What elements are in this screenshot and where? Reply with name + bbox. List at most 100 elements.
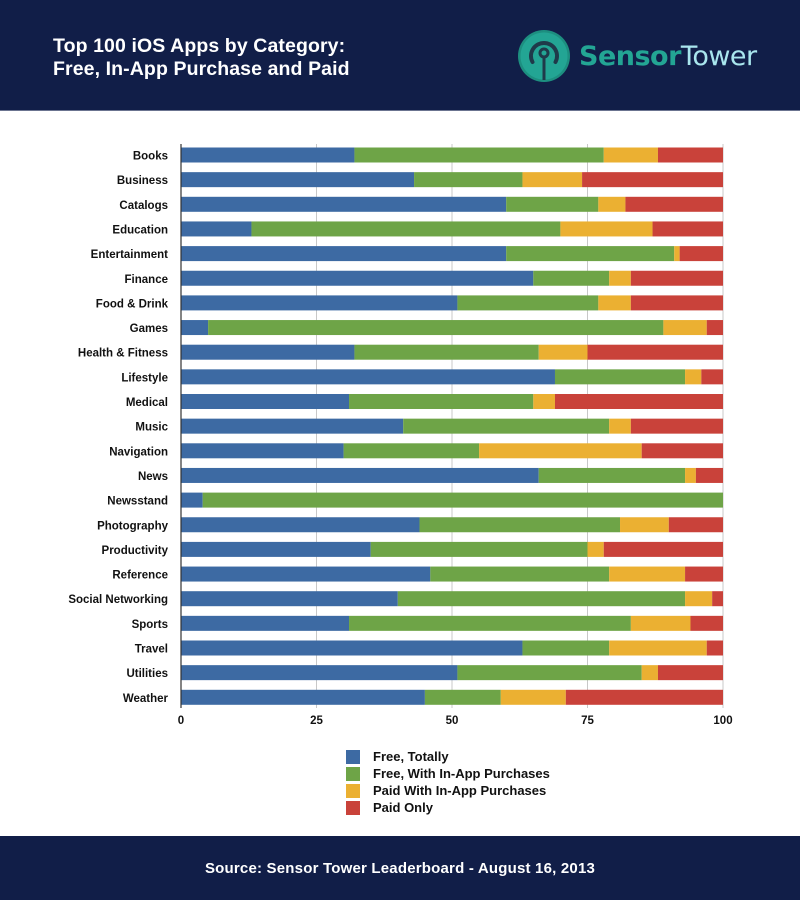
category-label: Education: [112, 224, 168, 236]
bar-segment: [522, 640, 610, 656]
bar-segment: [609, 418, 631, 434]
bar-segment: [251, 221, 561, 237]
bar-segment: [181, 221, 252, 237]
bar-segment: [370, 541, 588, 557]
category-label: Finance: [125, 274, 168, 286]
bar-segment: [560, 221, 653, 237]
bar-segment: [181, 270, 534, 286]
category-label: Games: [130, 323, 168, 335]
bar-segment: [679, 246, 723, 262]
bar-segment: [181, 467, 539, 483]
category-label: Weather: [123, 693, 169, 705]
bar-segment: [609, 566, 686, 582]
category-label: Productivity: [102, 545, 169, 557]
bar-segment: [506, 196, 599, 212]
bar-segment: [565, 689, 723, 705]
source-note: Source: Sensor Tower Leaderboard - Augus…: [204, 860, 596, 877]
category-label: Music: [135, 422, 168, 434]
legend-label: Free, Totally: [373, 749, 449, 764]
bar-segment: [181, 295, 458, 311]
bar-segment: [457, 665, 642, 681]
header-banner: Top 100 iOS Apps by Category: Free, In-A…: [0, 0, 800, 111]
logo-word-sensor: Sensor: [579, 40, 681, 72]
bar-segment: [582, 172, 723, 188]
bar-segment: [533, 270, 610, 286]
category-label: News: [138, 471, 168, 483]
bar-segment: [663, 320, 707, 336]
bar-segment: [620, 517, 669, 533]
category-label: Utilities: [126, 668, 168, 680]
bar-segment: [603, 147, 658, 163]
bar-segment: [181, 172, 415, 188]
bar-segment: [657, 147, 723, 163]
bar-segment: [657, 665, 723, 681]
bar-segment: [457, 295, 599, 311]
x-tick-label: 50: [446, 715, 459, 727]
category-label: Medical: [126, 397, 168, 409]
x-tick-label: 100: [713, 715, 732, 727]
legend: Free, Totally Free, With In-App Purchase…: [346, 748, 550, 816]
title-line-1: Top 100 iOS Apps by Category:: [53, 35, 346, 57]
bar-segment: [414, 172, 523, 188]
sensor-tower-logo: SensorTower: [517, 28, 757, 84]
legend-swatch-paid-only: [346, 800, 360, 815]
bar-segment: [652, 221, 723, 237]
bar-segment: [424, 689, 501, 705]
x-tick-label: 25: [310, 715, 323, 727]
bar-segment: [603, 541, 723, 557]
legend-item-free-totally: Free, Totally: [346, 748, 550, 765]
bar-segment: [706, 640, 723, 656]
category-label: Food & Drink: [96, 298, 169, 310]
logo-wordmark: SensorTower: [579, 41, 757, 72]
bar-segment: [181, 394, 350, 409]
legend-swatch-paid-iap: [346, 783, 360, 798]
bar-segment: [403, 418, 610, 434]
bar-segment: [349, 394, 534, 409]
bar-segment: [712, 591, 723, 607]
bar-segment: [685, 566, 723, 582]
bar-segment: [479, 443, 642, 459]
category-label: Social Networking: [68, 594, 168, 606]
bar-segment: [506, 246, 675, 262]
bar-segment: [181, 640, 523, 656]
bar-segment: [538, 344, 588, 360]
legend-swatch-free-totally: [346, 749, 360, 764]
bar-segment: [533, 394, 555, 409]
legend-item-free-iap: Free, With In-App Purchases: [346, 765, 550, 782]
bar-segment: [690, 615, 723, 631]
bar-segment: [641, 665, 658, 681]
logo-word-tower: Tower: [680, 40, 757, 72]
bar-segment: [343, 443, 480, 459]
category-label: Health & Fitness: [78, 348, 168, 360]
bar-segment: [554, 394, 723, 409]
bar-segment: [181, 517, 420, 533]
bar-segment: [181, 566, 431, 582]
legend-label: Paid With In-App Purchases: [373, 783, 547, 798]
bar-segment: [685, 369, 702, 385]
bar-segment: [630, 418, 723, 434]
bar-segment: [181, 615, 350, 631]
bar-segment: [630, 615, 691, 631]
bar-segment: [419, 517, 621, 533]
bar-segment: [181, 665, 458, 681]
bar-segment: [598, 295, 631, 311]
bar-segment: [181, 320, 209, 336]
bar-segment: [706, 320, 723, 336]
bar-segment: [668, 517, 723, 533]
bar-segment: [181, 196, 507, 212]
bar-segment: [609, 270, 631, 286]
bar-segment: [587, 344, 723, 360]
category-labels: Books Business Catalogs Education Entertainm…: [68, 151, 168, 705]
category-label: Reference: [112, 570, 168, 582]
bar-segment: [181, 689, 425, 705]
bar-segment: [181, 147, 355, 163]
sensor-tower-logo-icon: [518, 30, 570, 82]
category-label: Books: [133, 151, 168, 163]
category-label: Lifestyle: [121, 372, 168, 384]
legend-item-paid-iap: Paid With In-App Purchases: [346, 782, 550, 799]
bar-segment: [181, 246, 507, 262]
bar-segment: [181, 344, 355, 360]
bar-segment: [522, 172, 583, 188]
bar-segment: [500, 689, 566, 705]
bar-segment: [397, 591, 686, 607]
